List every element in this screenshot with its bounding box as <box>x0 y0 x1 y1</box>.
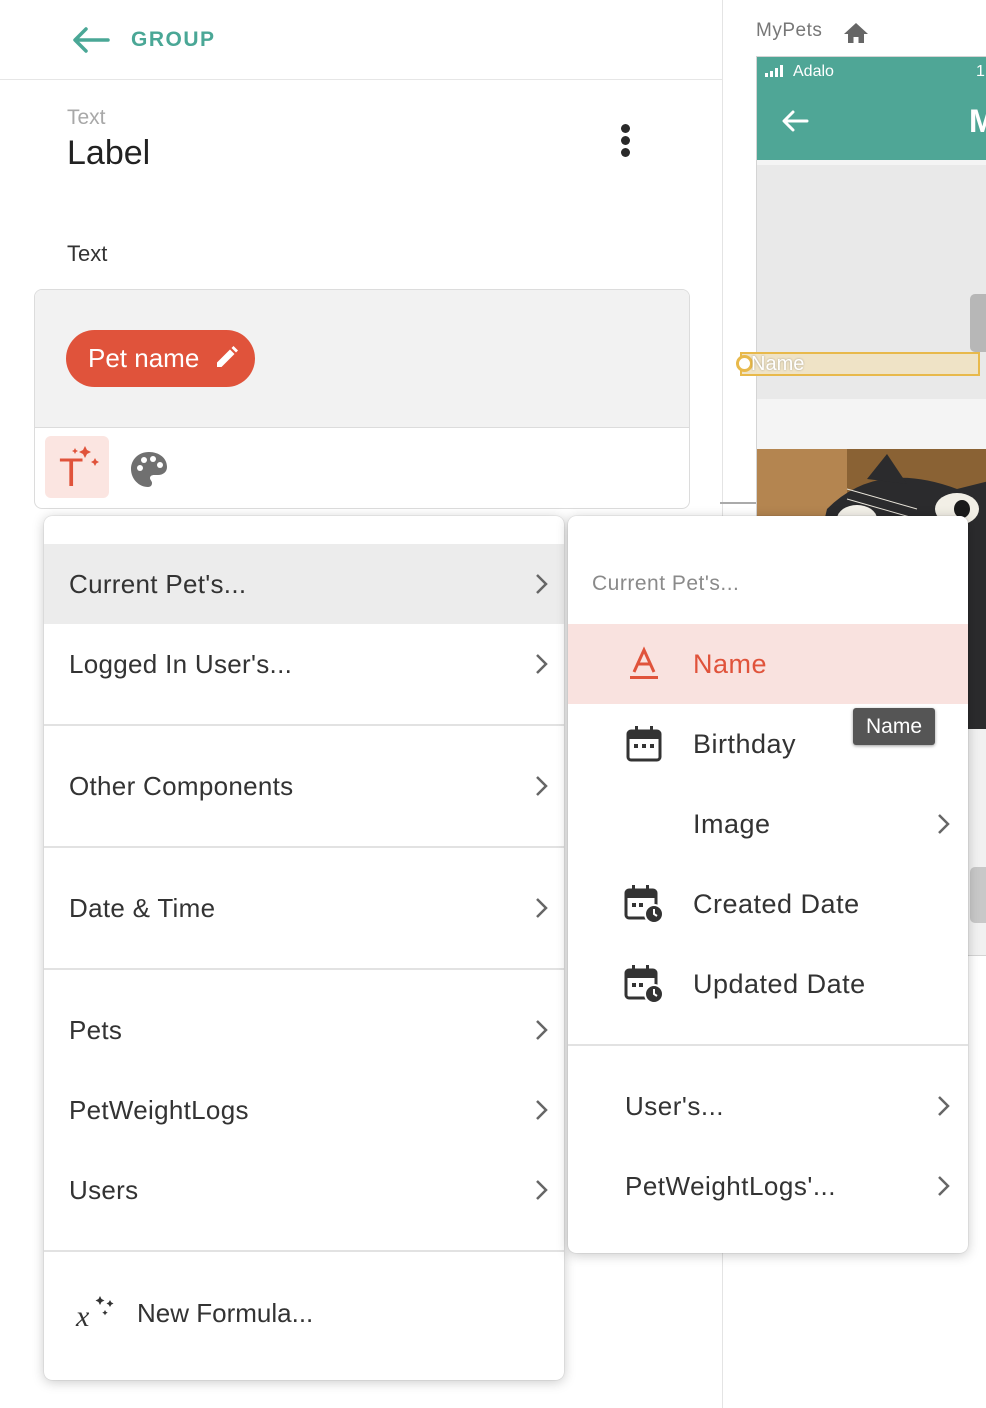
arrow-left-icon <box>782 110 809 132</box>
menu-item-label: Date & Time <box>69 893 216 923</box>
chevron-right-icon <box>536 1020 548 1040</box>
back-label[interactable]: GROUP <box>131 28 216 52</box>
chevron-right-icon <box>938 1096 950 1116</box>
text-property-box: Pet name T <box>34 289 690 509</box>
current-pet-submenu: Current Pet's... Name Birthday Image Cre <box>568 516 968 1253</box>
text-property-heading: Text <box>67 241 108 266</box>
submenu-item-updated-date[interactable]: Updated Date <box>568 944 968 1024</box>
menu-item-label: Pets <box>69 1015 123 1045</box>
component-type: Text <box>67 106 106 129</box>
submenu-item-label: Updated Date <box>693 969 866 999</box>
magic-text-button[interactable]: T <box>45 436 109 498</box>
submenu-title: Current Pet's... <box>592 572 740 595</box>
menu-item-logged-in-user[interactable]: Logged In User's... <box>44 624 564 704</box>
menu-divider <box>44 846 564 848</box>
chevron-right-icon <box>536 654 548 674</box>
chevron-right-icon <box>536 574 548 594</box>
status-clock: 1: <box>976 63 986 80</box>
back-bar[interactable]: GROUP <box>0 0 722 80</box>
chip-label: Pet name <box>88 343 200 373</box>
image-placeholder-icon <box>970 294 986 352</box>
menu-divider <box>568 1044 968 1046</box>
chevron-right-icon <box>536 776 548 796</box>
magic-text-chip[interactable]: Pet name <box>66 330 256 387</box>
name-text-label: Name <box>751 353 805 375</box>
menu-item-pets[interactable]: Pets <box>44 990 564 1070</box>
connector-arrow <box>720 502 756 504</box>
app-name: MyPets <box>756 20 823 41</box>
pencil-icon[interactable] <box>213 345 239 371</box>
image-placeholder-icon <box>970 867 986 923</box>
chevron-right-icon <box>536 1180 548 1200</box>
chevron-right-icon <box>938 1176 950 1196</box>
menu-item-current-pet[interactable]: Current Pet's... <box>44 544 564 624</box>
submenu-item-name[interactable]: Name <box>568 624 968 704</box>
chevron-right-icon <box>536 898 548 918</box>
submenu-item-label: Created Date <box>693 889 860 919</box>
more-options-icon[interactable] <box>612 118 640 162</box>
submenu-item-created-date[interactable]: Created Date <box>568 864 968 944</box>
svg-text:x: x <box>75 1300 90 1333</box>
menu-item-label: Other Components <box>69 771 294 801</box>
calendar-clock-icon <box>624 965 664 1004</box>
menu-item-other-components[interactable]: Other Components <box>44 746 564 826</box>
magic-t-icon: T <box>59 446 99 495</box>
menu-item-label: Logged In User's... <box>69 649 293 679</box>
svg-text:T: T <box>59 451 83 495</box>
screen-title: M <box>969 103 986 140</box>
component-name[interactable]: Label <box>67 134 150 173</box>
formula-icon[interactable]: x <box>74 1292 116 1334</box>
signal-icon <box>765 65 783 77</box>
carrier-name: Adalo <box>793 63 834 80</box>
calendar-icon <box>626 726 662 762</box>
arrow-left-icon[interactable] <box>70 24 110 56</box>
magic-text-menu: Current Pet's... Logged In User's... Oth… <box>44 516 564 1380</box>
menu-item-label: Current Pet's... <box>69 569 247 599</box>
submenu-item-users-relation[interactable]: User's... <box>568 1066 968 1146</box>
menu-item-label: Users <box>69 1175 139 1205</box>
chevron-right-icon <box>938 814 950 834</box>
submenu-item-label: Image <box>693 809 771 839</box>
text-a-icon <box>630 646 658 679</box>
submenu-item-label: Birthday <box>693 729 797 759</box>
menu-item-label: PetWeightLogs <box>69 1095 249 1125</box>
text-input-area[interactable]: Pet name <box>35 290 689 428</box>
submenu-item-label: PetWeightLogs'... <box>625 1171 836 1201</box>
chevron-right-icon <box>536 1100 548 1120</box>
app-bar: Adalo 1: M <box>757 57 986 160</box>
home-icon[interactable] <box>843 22 869 44</box>
tooltip: Name <box>853 708 936 745</box>
menu-divider <box>44 968 564 970</box>
menu-divider <box>44 724 564 726</box>
new-formula-button[interactable]: New Formula... <box>137 1292 313 1334</box>
menu-item-date-time[interactable]: Date & Time <box>44 868 564 948</box>
submenu-item-label: User's... <box>625 1091 725 1121</box>
menu-item-petweightlogs[interactable]: PetWeightLogs <box>44 1070 564 1150</box>
submenu-item-image[interactable]: Image <box>568 784 968 864</box>
menu-divider <box>44 1250 564 1252</box>
submenu-item-petweightlogs-relation[interactable]: PetWeightLogs'... <box>568 1146 968 1226</box>
menu-item-users[interactable]: Users <box>44 1150 564 1230</box>
calendar-clock-icon <box>624 885 664 924</box>
submenu-item-label: Name <box>693 649 768 679</box>
palette-icon[interactable] <box>129 450 169 490</box>
